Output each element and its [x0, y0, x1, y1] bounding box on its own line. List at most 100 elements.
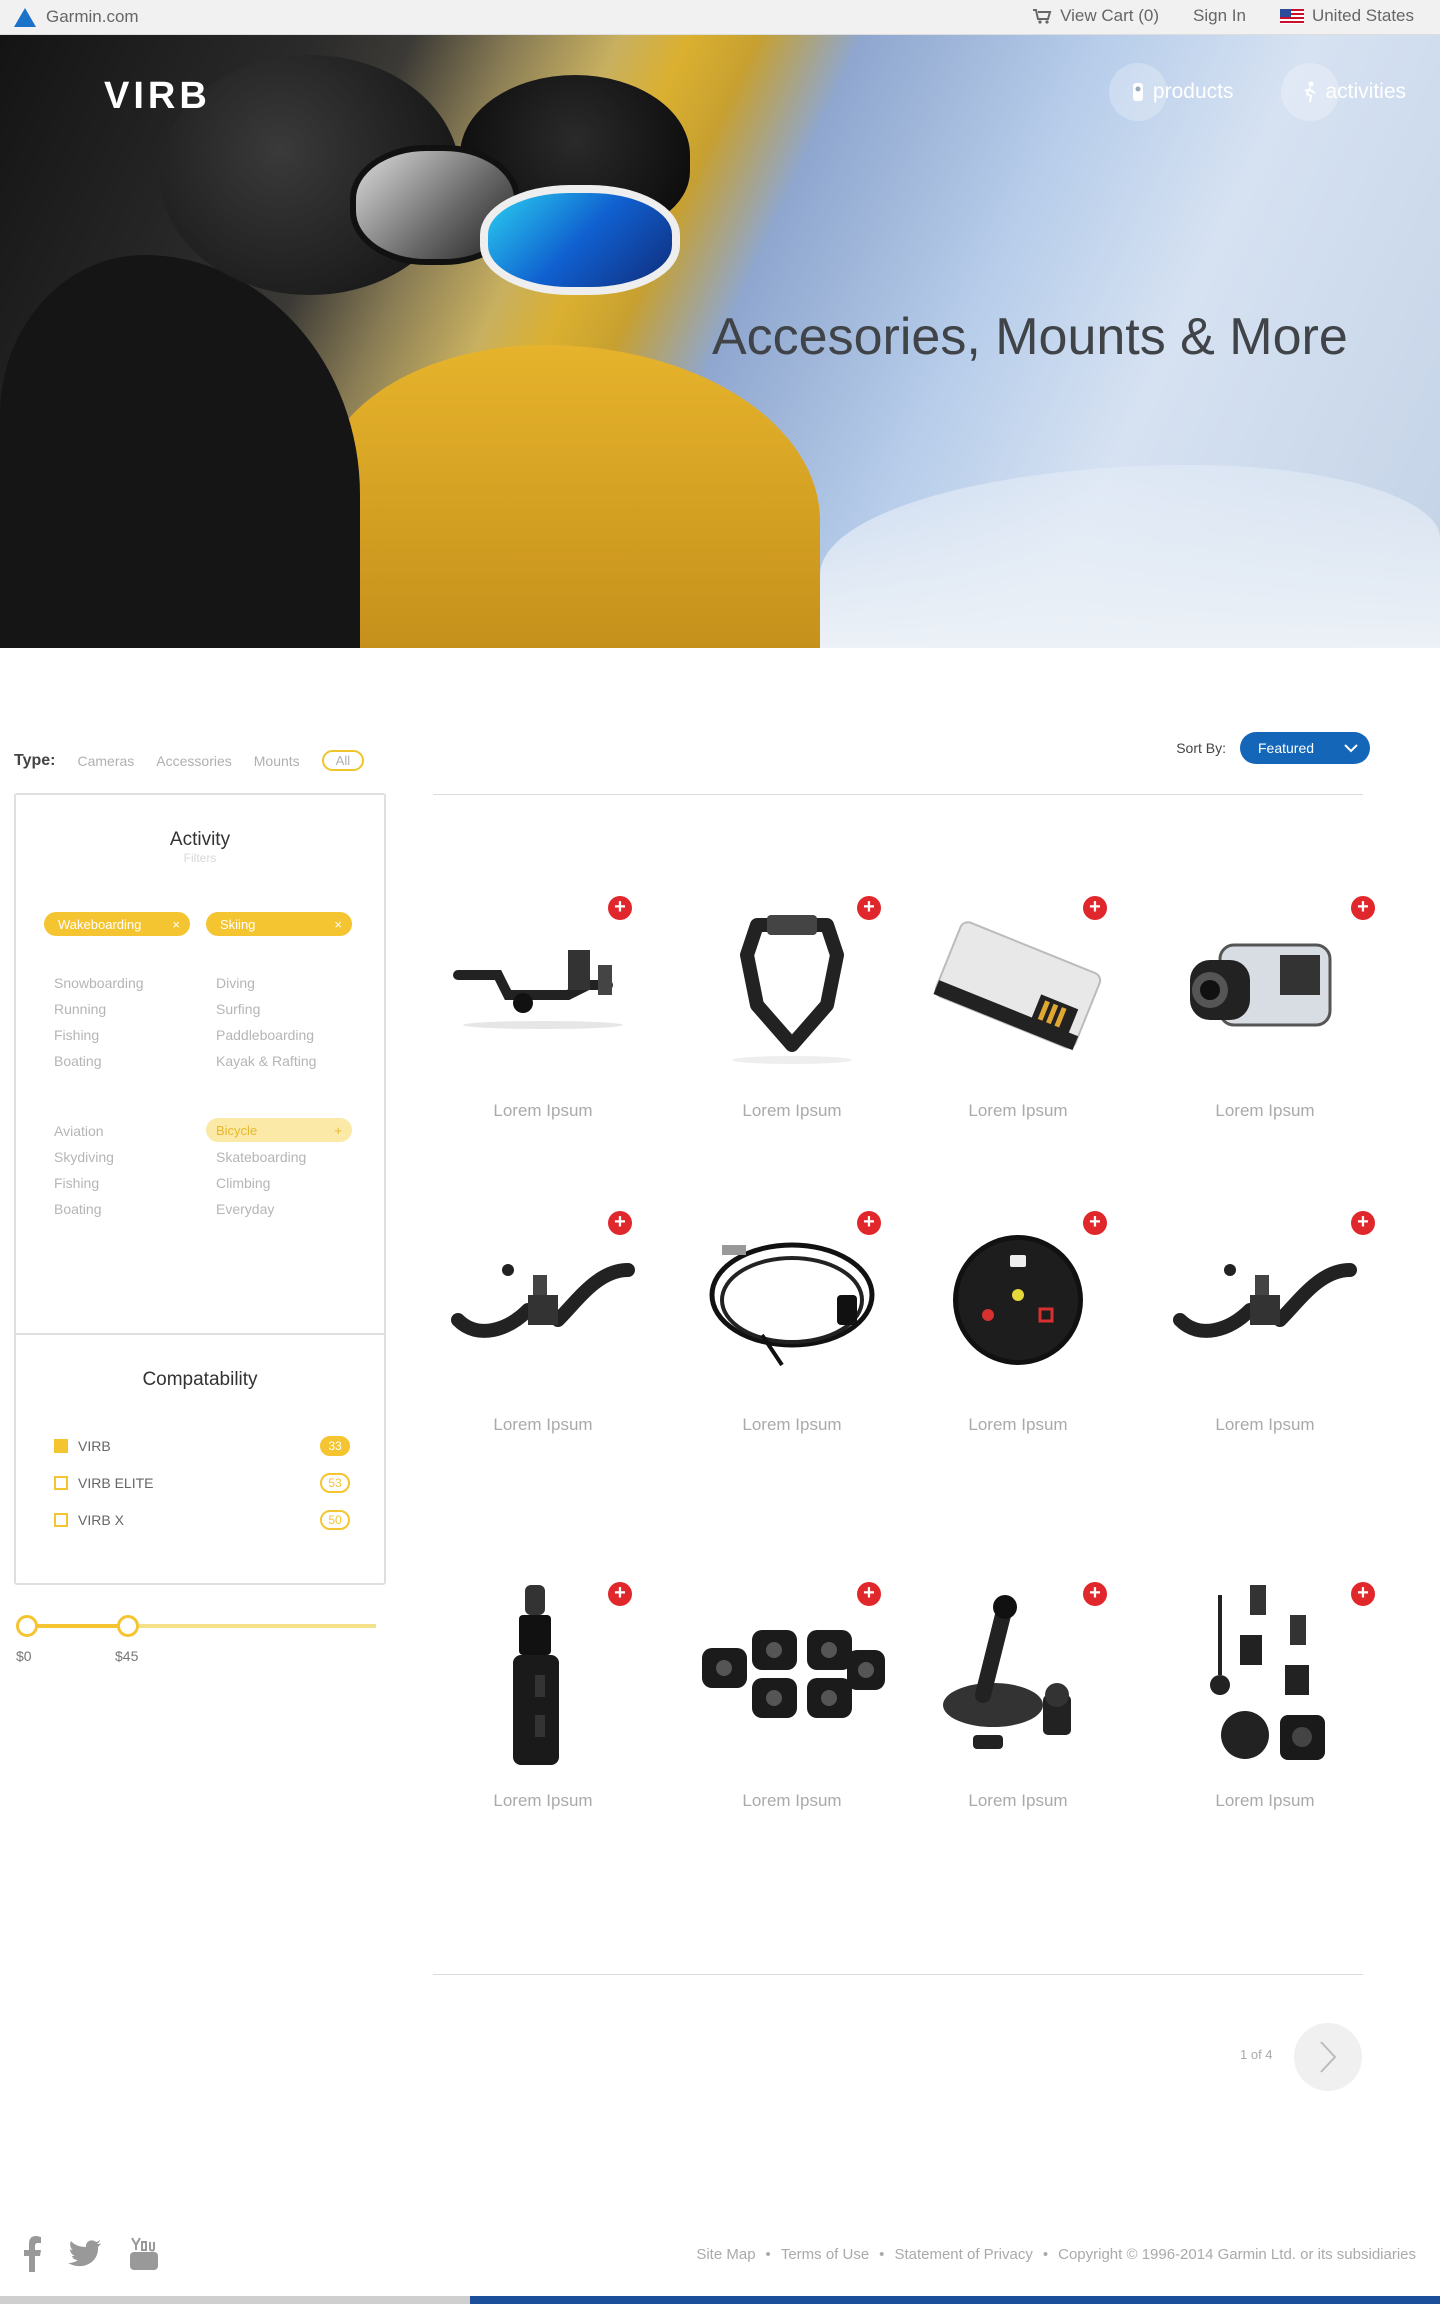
activity-option[interactable]: Skydiving [54, 1149, 114, 1165]
product-card[interactable]: + Lorem Ipsum [1155, 870, 1375, 1130]
product-card[interactable]: + Lorem Ipsum [682, 1560, 902, 1820]
close-icon[interactable]: × [172, 917, 180, 932]
battery-icon[interactable] [918, 910, 1118, 1060]
checkbox[interactable] [54, 1513, 68, 1527]
product-name[interactable]: Lorem Ipsum [908, 1791, 1128, 1811]
product-card[interactable]: + Lorem Ipsum [433, 1560, 653, 1820]
product-name[interactable]: Lorem Ipsum [433, 1415, 653, 1435]
product-name[interactable]: Lorem Ipsum [433, 1101, 653, 1121]
activity-option[interactable]: Skateboarding [216, 1149, 306, 1165]
compat-option-virb[interactable]: VIRB [54, 1438, 111, 1454]
product-card[interactable]: + Lorem Ipsum [682, 870, 902, 1130]
product-name[interactable]: Lorem Ipsum [433, 1791, 653, 1811]
activity-option[interactable]: Climbing [216, 1175, 270, 1191]
add-to-cart-button[interactable]: + [1083, 1211, 1107, 1235]
car-charger-icon[interactable] [443, 1585, 643, 1765]
type-cameras[interactable]: Cameras [77, 753, 134, 769]
product-card[interactable]: + Lorem Ipsum [682, 1185, 902, 1445]
product-name[interactable]: Lorem Ipsum [682, 1101, 902, 1121]
add-to-cart-button[interactable]: + [1083, 1582, 1107, 1606]
product-card[interactable]: + Lorem Ipsum [433, 870, 653, 1130]
selected-chip-skiing[interactable]: Skiing × [206, 912, 352, 936]
hero-title: Accesories, Mounts & More [712, 308, 1348, 366]
add-to-cart-button[interactable]: + [857, 1211, 881, 1235]
usb-cable-icon[interactable] [692, 1225, 892, 1375]
footer-privacy[interactable]: Statement of Privacy [894, 2246, 1032, 2263]
strap-mount-icon[interactable] [1165, 1225, 1365, 1375]
product-card[interactable]: + Lorem Ipsum [1155, 1560, 1375, 1820]
product-card[interactable]: + Lorem Ipsum [908, 1185, 1128, 1445]
add-to-cart-button[interactable]: + [857, 1582, 881, 1606]
chest-harness-icon[interactable] [692, 910, 892, 1064]
footer-site-map[interactable]: Site Map [696, 2246, 755, 2263]
garmin-link[interactable]: Garmin.com [14, 7, 139, 27]
price-max-handle[interactable] [116, 1615, 139, 1637]
checkbox[interactable] [54, 1476, 68, 1490]
activity-option[interactable]: Boating [54, 1201, 101, 1217]
youtube-icon[interactable] [128, 2236, 160, 2272]
view-cart-link[interactable]: View Cart (0) [1032, 6, 1159, 26]
product-card[interactable]: + Lorem Ipsum [433, 1185, 653, 1445]
activity-option[interactable]: Diving [216, 975, 255, 991]
product-name[interactable]: Lorem Ipsum [908, 1101, 1128, 1121]
close-icon[interactable]: × [334, 917, 342, 932]
footer-terms[interactable]: Terms of Use [781, 2246, 869, 2263]
sort-select[interactable]: Featured [1240, 732, 1370, 764]
activity-option-hover[interactable]: Bicycle + [206, 1118, 352, 1142]
type-all[interactable]: All [321, 750, 365, 771]
activity-option[interactable]: Fishing [54, 1027, 99, 1043]
activity-option[interactable]: Running [54, 1001, 106, 1017]
suction-mount-icon[interactable] [918, 1595, 1118, 1750]
activity-option[interactable]: Surfing [216, 1001, 260, 1017]
add-to-cart-button[interactable]: + [608, 1582, 632, 1606]
price-slider[interactable] [16, 1615, 376, 1637]
twitter-icon[interactable] [68, 2240, 102, 2268]
handlebar-mount-icon[interactable] [443, 910, 643, 1060]
nav-products[interactable]: products [1108, 63, 1233, 121]
virb-logo[interactable]: VIRB [104, 75, 211, 118]
add-to-cart-button[interactable]: + [608, 1211, 632, 1235]
activity-option[interactable]: Paddleboarding [216, 1027, 314, 1043]
selected-chip-wakeboarding[interactable]: Wakeboarding × [44, 912, 190, 936]
activity-option[interactable]: Aviation [54, 1123, 104, 1139]
next-page-button[interactable] [1294, 2023, 1362, 2091]
activity-option[interactable]: Fishing [54, 1175, 99, 1191]
product-card[interactable]: + Lorem Ipsum [908, 870, 1128, 1130]
type-accessories[interactable]: Accessories [156, 753, 231, 769]
adhesive-mounts-icon[interactable] [692, 1600, 892, 1750]
price-max-label: $45 [115, 1648, 139, 1664]
add-to-cart-button[interactable]: + [1351, 896, 1375, 920]
facebook-icon[interactable] [22, 2236, 42, 2272]
compat-option-virb-elite[interactable]: VIRB ELITE [54, 1475, 153, 1491]
strap-mount-icon[interactable] [443, 1225, 643, 1375]
product-card[interactable]: + Lorem Ipsum [1155, 1185, 1375, 1445]
sign-in-link[interactable]: Sign In [1193, 6, 1246, 26]
add-to-cart-button[interactable]: + [608, 896, 632, 920]
compat-label: VIRB X [78, 1512, 124, 1528]
product-name[interactable]: Lorem Ipsum [908, 1415, 1128, 1435]
type-mounts[interactable]: Mounts [254, 753, 300, 769]
product-name[interactable]: Lorem Ipsum [1155, 1101, 1375, 1121]
price-min-handle[interactable] [16, 1615, 38, 1637]
nav-activities[interactable]: activities [1281, 63, 1406, 121]
remote-icon[interactable] [918, 1225, 1118, 1375]
checkbox[interactable] [54, 1439, 68, 1453]
add-to-cart-button[interactable]: + [857, 896, 881, 920]
us-flag-icon [1279, 8, 1304, 24]
add-to-cart-button[interactable]: + [1351, 1211, 1375, 1235]
dive-case-icon[interactable] [1165, 910, 1365, 1060]
activity-option[interactable]: Boating [54, 1053, 101, 1069]
product-name[interactable]: Lorem Ipsum [682, 1415, 902, 1435]
compat-option-virb-x[interactable]: VIRB X [54, 1512, 124, 1528]
activity-option[interactable]: Snowboarding [54, 975, 144, 991]
product-card[interactable]: + Lorem Ipsum [908, 1560, 1128, 1820]
add-to-cart-button[interactable]: + [1083, 896, 1107, 920]
product-name[interactable]: Lorem Ipsum [682, 1791, 902, 1811]
add-to-cart-button[interactable]: + [1351, 1582, 1375, 1606]
mount-kit-icon[interactable] [1165, 1585, 1365, 1760]
activity-option[interactable]: Everyday [216, 1201, 274, 1217]
product-name[interactable]: Lorem Ipsum [1155, 1791, 1375, 1811]
product-name[interactable]: Lorem Ipsum [1155, 1415, 1375, 1435]
activity-option[interactable]: Kayak & Rafting [216, 1053, 316, 1069]
region-selector[interactable]: United States [1279, 6, 1414, 26]
